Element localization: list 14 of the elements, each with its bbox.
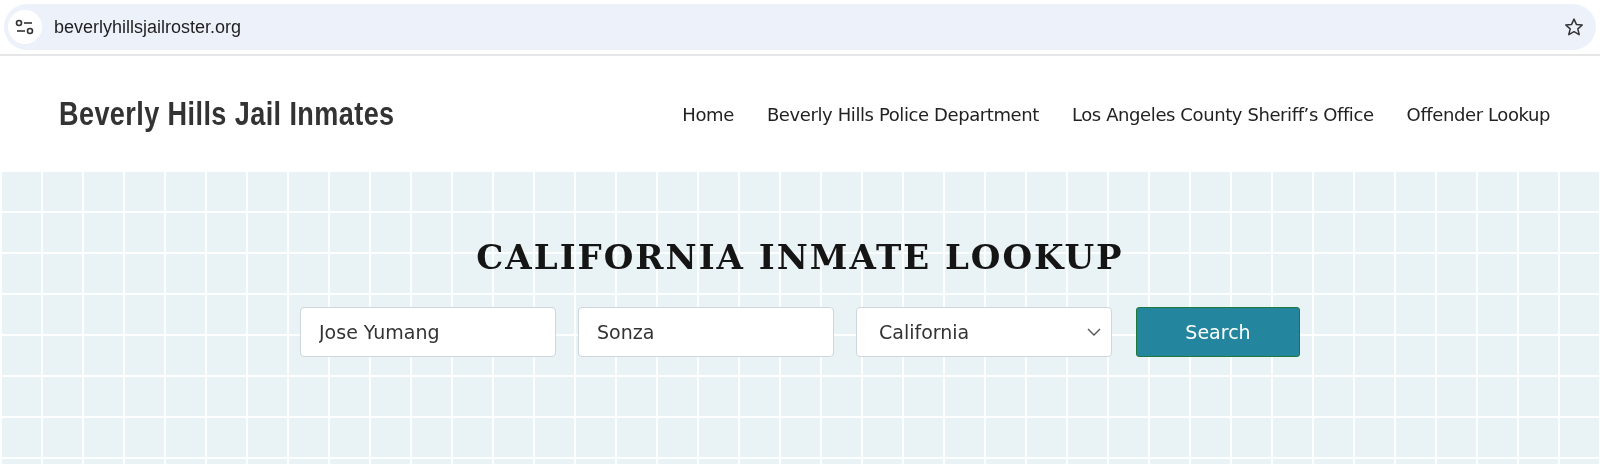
last-name-field[interactable]: Sonza — [578, 307, 834, 357]
address-bar[interactable]: beverlyhillsjailroster.org — [4, 4, 1596, 50]
chevron-down-icon — [1087, 328, 1101, 336]
nav-link[interactable]: Los Angeles County Sheriff’s Office — [1071, 103, 1374, 125]
site-title[interactable]: Beverly Hills Jail Inmates — [59, 95, 395, 133]
nav-link[interactable]: Home — [682, 103, 734, 125]
site-settings-icon[interactable] — [8, 10, 42, 44]
nav-link[interactable]: Beverly Hills Police Department — [766, 103, 1039, 125]
bookmark-star-icon[interactable] — [1564, 17, 1584, 37]
state-select[interactable]: California — [856, 307, 1112, 357]
search-button[interactable]: Search — [1136, 307, 1300, 357]
nav-link[interactable]: Offender Lookup — [1406, 103, 1550, 125]
page-heading: CALIFORNIA INMATE LOOKUP — [476, 237, 1124, 277]
url-text: beverlyhillsjailroster.org — [54, 16, 243, 38]
